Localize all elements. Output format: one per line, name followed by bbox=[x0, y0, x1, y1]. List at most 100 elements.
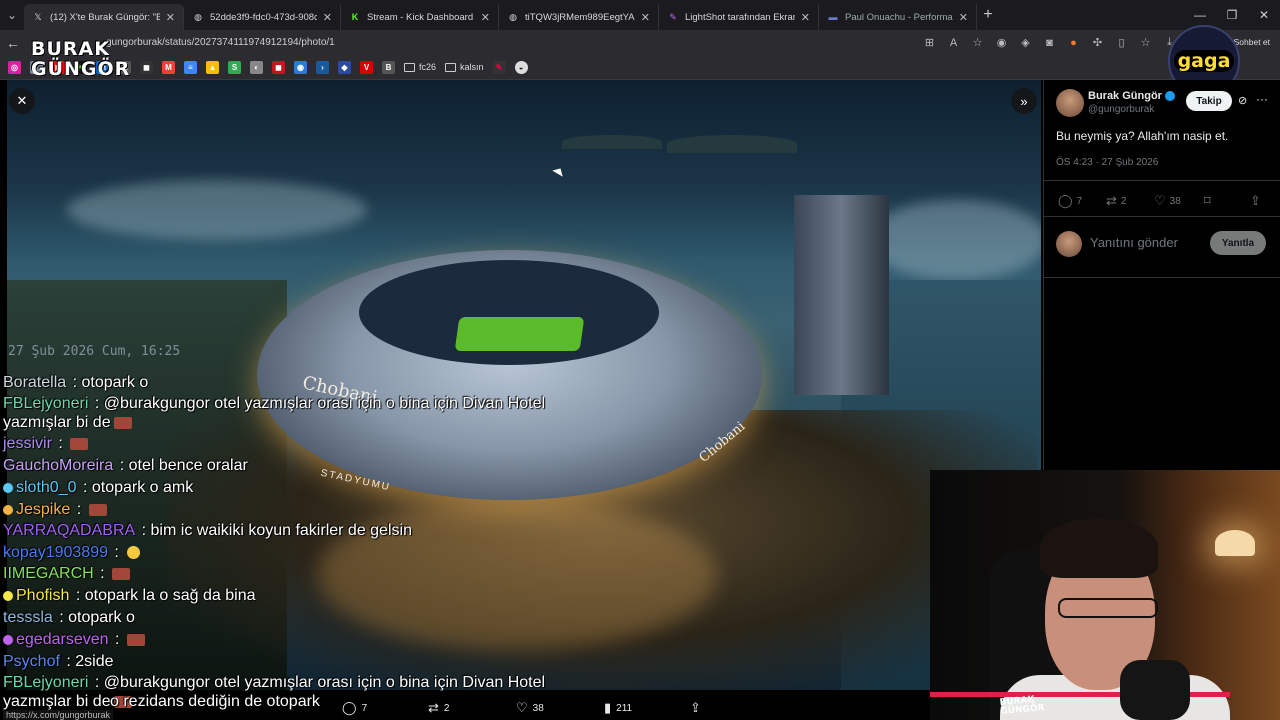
bookmark-icon[interactable]: ◉ bbox=[294, 60, 307, 74]
tab-close-icon[interactable]: ✕ bbox=[801, 11, 810, 24]
reply-icon: ◯ bbox=[342, 700, 357, 715]
tweet-repost-stat[interactable]: ⇄ 2 bbox=[1106, 193, 1126, 209]
tab-close-icon[interactable]: ✕ bbox=[323, 11, 332, 24]
incognito-icon[interactable]: ◉ bbox=[995, 36, 1008, 49]
share-action[interactable]: ⇪ bbox=[690, 700, 701, 716]
repost-action[interactable]: ⇄ 2 bbox=[428, 700, 449, 716]
chat-emote-icon bbox=[126, 633, 145, 646]
bookmark-icon[interactable]: ◼ bbox=[140, 60, 153, 74]
chat-emote-icon bbox=[112, 567, 131, 580]
tab-image-png[interactable]: ◍ tiTQW3jRMem989EegtYAg.png (... ✕ bbox=[499, 4, 659, 30]
chat-separator: : bbox=[90, 395, 104, 412]
close-window-icon[interactable]: ✕ bbox=[1248, 0, 1280, 30]
bookmark-icon[interactable]: › bbox=[316, 60, 329, 74]
tab-lightshot[interactable]: ✎ LightShot tarafından Ekran Görün... ✕ bbox=[659, 4, 819, 30]
divider bbox=[1044, 277, 1280, 278]
tab-close-icon[interactable]: ✕ bbox=[166, 11, 175, 24]
chat-username[interactable]: sloth0_0 bbox=[16, 479, 77, 496]
gmail-icon[interactable]: M bbox=[162, 60, 175, 74]
chat-username[interactable]: FBLejyoneri bbox=[3, 395, 88, 412]
follow-button[interactable]: Takip bbox=[1186, 91, 1232, 111]
read-aloud-icon[interactable]: A bbox=[947, 37, 960, 49]
bookmark-icon[interactable]: V bbox=[360, 60, 373, 74]
views-action[interactable]: ▮ 211 bbox=[604, 700, 632, 716]
bookmark-icon[interactable]: B bbox=[382, 60, 395, 74]
expand-panel-button[interactable]: » bbox=[1011, 88, 1037, 114]
chat-username[interactable]: Phofish bbox=[16, 587, 69, 604]
chat-username[interactable]: YARRAQADABRA bbox=[3, 522, 135, 539]
bookmark-folder-kalsin[interactable]: kalsın bbox=[445, 62, 484, 72]
copilot-icon[interactable]: ◈ bbox=[1019, 36, 1032, 49]
share-icon: ⇪ bbox=[690, 700, 701, 715]
tab-transfermarkt[interactable]: ▬ Paul Onuachu - Performans bilgile... ✕ bbox=[819, 4, 977, 30]
tab-close-icon[interactable]: ✕ bbox=[959, 11, 968, 24]
chat-username[interactable]: FBLejyoneri bbox=[3, 674, 88, 691]
extensions-puzzle-icon[interactable]: ✣ bbox=[1091, 36, 1104, 49]
tab-close-icon[interactable]: ✕ bbox=[641, 11, 650, 24]
chat-username[interactable]: Boratella bbox=[3, 374, 66, 391]
bookmark-icon[interactable]: ✎ bbox=[492, 60, 506, 74]
repost-icon: ⇄ bbox=[1106, 193, 1117, 208]
chat-separator: : bbox=[72, 501, 86, 518]
extension-orange-icon[interactable]: ● bbox=[1067, 37, 1080, 49]
more-options-icon[interactable]: ··· bbox=[1256, 92, 1268, 106]
reply-input[interactable]: Yanıtını gönder bbox=[1090, 235, 1178, 250]
author-handle[interactable]: @gungorburak bbox=[1088, 104, 1154, 115]
chat-username[interactable]: IIMEGARCH bbox=[3, 565, 94, 582]
reply-action[interactable]: ◯ 7 bbox=[342, 700, 367, 716]
instagram-icon[interactable]: ◎ bbox=[8, 60, 21, 74]
chat-separator: : bbox=[115, 457, 129, 474]
chat-emote-icon bbox=[88, 503, 107, 516]
favorites-icon[interactable]: ☆ bbox=[1139, 36, 1152, 49]
tab-x-post[interactable]: 𝕏 (12) X'te Burak Güngör: "Bu neymi... ✕ bbox=[24, 4, 184, 30]
favorite-star-icon[interactable]: ☆ bbox=[971, 36, 984, 49]
maximize-icon[interactable]: ❐ bbox=[1216, 0, 1248, 30]
bookmark-icon[interactable]: ◐ bbox=[250, 60, 263, 74]
reply-button[interactable]: Yanıtla bbox=[1210, 231, 1266, 255]
new-tab-icon[interactable]: + bbox=[977, 6, 999, 24]
bookmark-icon[interactable]: ◆ bbox=[338, 60, 351, 74]
fog-shape bbox=[867, 200, 1041, 280]
hotel-tower bbox=[794, 195, 889, 395]
close-photo-button[interactable]: ✕ bbox=[9, 88, 35, 114]
repost-icon: ⇄ bbox=[428, 700, 439, 715]
tweet-timestamp[interactable]: ÖS 4:23 · 27 Şub 2026 bbox=[1056, 157, 1158, 168]
tab-uuid-page[interactable]: ◍ 52dde3f9-fdc0-473d-908c-f3dd9... ✕ bbox=[184, 4, 341, 30]
drive-icon[interactable]: ▲ bbox=[206, 60, 219, 74]
tab-close-icon[interactable]: ✕ bbox=[481, 11, 490, 24]
grok-icon[interactable]: ⊘ bbox=[1238, 94, 1247, 107]
tab-actions-menu-icon[interactable]: ⌄ bbox=[0, 0, 24, 30]
island-shape bbox=[562, 135, 662, 149]
tweet-like-stat[interactable]: ♡ 38 bbox=[1154, 193, 1181, 209]
bookmark-icon[interactable]: S bbox=[228, 60, 241, 74]
sidebar-icon[interactable]: ▯ bbox=[1115, 36, 1128, 49]
chat-username[interactable]: jessivir bbox=[3, 435, 52, 452]
author-name[interactable]: Burak Güngör bbox=[1088, 90, 1175, 102]
bookmark-stat[interactable]: ⌑ bbox=[1204, 193, 1211, 209]
chat-username[interactable]: tesssla bbox=[3, 609, 53, 626]
split-view-icon[interactable]: ⊞ bbox=[923, 36, 936, 49]
chat-emote-icon bbox=[70, 437, 89, 450]
url-field[interactable]: gungorburak/status/2027374111974912194/p… bbox=[106, 37, 335, 48]
lightshot-icon: ✎ bbox=[669, 11, 677, 22]
camera-icon[interactable]: ◙ bbox=[1043, 37, 1056, 49]
chat-message: Boratella : otopark o bbox=[3, 374, 148, 392]
chat-badge-icon bbox=[3, 482, 13, 493]
chat-username[interactable]: Jespike bbox=[16, 501, 70, 518]
tab-kick-dashboard[interactable]: K Stream - Kick Dashboard ✕ bbox=[341, 4, 499, 30]
bookmark-folder-fc26[interactable]: fc26 bbox=[404, 62, 436, 72]
chat-username[interactable]: egedarseven bbox=[16, 631, 109, 648]
tweet-reply-stat[interactable]: ◯ 7 bbox=[1058, 193, 1082, 209]
back-arrow-icon[interactable]: ← bbox=[0, 35, 26, 51]
docs-icon[interactable]: ≡ bbox=[184, 60, 197, 74]
bookmark-icon[interactable]: ◼ bbox=[272, 60, 285, 74]
avatar[interactable] bbox=[1056, 89, 1084, 117]
chat-button[interactable]: Sohbet et bbox=[1234, 37, 1270, 47]
bookmark-icon: ⌑ bbox=[1204, 193, 1211, 208]
chat-username[interactable]: GauchoMoreira bbox=[3, 457, 113, 474]
chat-username[interactable]: Psychof bbox=[3, 653, 60, 670]
share-stat[interactable]: ⇪ bbox=[1250, 193, 1261, 209]
bookmark-icon[interactable]: ◒ bbox=[514, 60, 528, 74]
like-action[interactable]: ♡ 38 bbox=[516, 700, 544, 716]
chat-username[interactable]: kopay1903899 bbox=[3, 544, 108, 561]
